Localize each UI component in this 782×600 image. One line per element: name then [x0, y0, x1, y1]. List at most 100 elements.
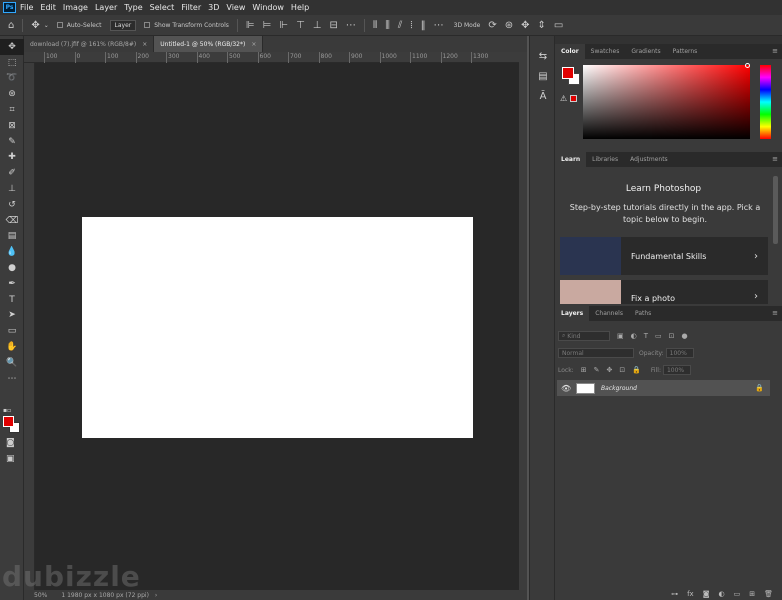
shape-filter-icon[interactable]: ▭ — [655, 332, 662, 340]
menu-edit[interactable]: Edit — [40, 3, 56, 12]
more-tools-icon[interactable]: ⋯ — [0, 371, 24, 387]
transform-checkbox[interactable] — [144, 22, 151, 28]
menu-type[interactable]: Type — [124, 3, 142, 12]
menu-view[interactable]: View — [226, 3, 245, 12]
brush-icon[interactable]: ✐ — [0, 165, 24, 181]
hue-slider[interactable] — [760, 65, 771, 139]
fill-field[interactable]: 100% — [662, 365, 691, 375]
screen-mode-icon[interactable]: ▣ — [6, 454, 15, 464]
canvas-scrollbar[interactable] — [519, 52, 527, 590]
lock-paint-icon[interactable]: ✎ — [594, 366, 600, 374]
smart-object-filter-icon[interactable]: ⊡ — [669, 332, 675, 340]
lock-position-icon[interactable]: ✥ — [606, 366, 612, 374]
lock-artboard-icon[interactable]: ⊡ — [619, 366, 625, 374]
tab-patterns[interactable]: Patterns — [667, 44, 704, 59]
align-top-icon[interactable]: ⊤ — [296, 20, 305, 31]
tab-color[interactable]: Color — [555, 44, 585, 59]
panel-menu-icon[interactable]: ≡ — [772, 47, 778, 55]
new-group-icon[interactable]: ▭ — [734, 590, 741, 598]
filter-toggle-icon[interactable]: ● — [682, 332, 688, 340]
layer-dropdown[interactable]: Layer — [109, 19, 137, 31]
color-picker-marker[interactable] — [745, 63, 750, 68]
type-filter-icon[interactable]: T — [644, 332, 648, 340]
more-options-icon[interactable]: ⋯ — [346, 20, 356, 31]
layer-name[interactable]: Background — [601, 385, 755, 392]
visibility-eye-icon[interactable]: 👁 — [561, 384, 575, 393]
tab-download[interactable]: download (7).jfif @ 161% (RGB/8#) × — [24, 36, 155, 52]
add-mask-icon[interactable]: ◙ — [703, 590, 710, 598]
quick-select-icon[interactable]: ⊛ — [0, 86, 24, 102]
eraser-icon[interactable]: ⌫ — [0, 213, 24, 229]
menu-filter[interactable]: Filter — [181, 3, 201, 12]
marquee-icon[interactable]: ⬚ — [0, 55, 24, 71]
align-left-icon[interactable]: ⊫ — [246, 20, 255, 31]
document-canvas[interactable] — [82, 217, 473, 438]
panel-menu-icon[interactable]: ≡ — [772, 155, 778, 163]
gamut-swatch[interactable] — [570, 95, 577, 102]
distribute-bottom-icon[interactable]: ⫽ — [398, 20, 402, 31]
video-icon[interactable]: ▭ — [554, 20, 563, 31]
delete-layer-icon[interactable]: 🗑 — [764, 590, 773, 598]
opacity-field[interactable]: 100% — [665, 348, 694, 358]
hand-icon[interactable]: ✋ — [0, 339, 24, 355]
path-select-icon[interactable]: ➤ — [0, 308, 24, 324]
learn-card-fundamental-skills[interactable]: Fundamental Skills › — [560, 237, 768, 275]
frame-icon[interactable]: ⊠ — [0, 118, 24, 134]
adjustment-layer-icon[interactable]: ◐ — [719, 590, 725, 598]
layer-style-icon[interactable]: fx — [687, 590, 694, 598]
align-right-icon[interactable]: ⊩ — [279, 20, 288, 31]
move-icon[interactable]: ✥ — [0, 39, 24, 55]
adjustment-filter-icon[interactable]: ◐ — [631, 332, 637, 340]
healing-icon[interactable]: ✚ — [0, 150, 24, 166]
history-icon[interactable]: ▤ — [530, 66, 556, 86]
layer-row[interactable]: 👁 Background 🔒 — [557, 380, 770, 396]
learn-card-fix-a-photo[interactable]: Fix a photo › — [560, 280, 768, 304]
close-icon[interactable]: × — [142, 41, 147, 48]
link-layers-icon[interactable]: ⊶ — [671, 590, 678, 598]
default-colors-icon[interactable]: ▪▫ — [3, 407, 11, 414]
menu-3d[interactable]: 3D — [208, 3, 219, 12]
menu-window[interactable]: Window — [252, 3, 284, 12]
learn-scrollbar[interactable] — [773, 176, 778, 244]
lock-all-icon[interactable]: 🔒 — [632, 366, 641, 374]
foreground-color-swatch[interactable] — [3, 416, 14, 427]
chevron-down-icon[interactable]: ⌄ — [44, 22, 49, 29]
move-tool-icon[interactable]: ✥ — [31, 20, 39, 31]
tab-channels[interactable]: Channels — [589, 306, 629, 321]
lasso-icon[interactable]: ➰ — [0, 71, 24, 87]
distribute-h-icon[interactable]: ⦙ — [410, 20, 412, 31]
menu-file[interactable]: File — [20, 3, 33, 12]
align-middle-icon[interactable]: ⊥ — [313, 20, 322, 31]
pixel-filter-icon[interactable]: ▣ — [617, 332, 624, 340]
slide-3d-icon[interactable]: ⇕ — [538, 20, 546, 31]
tab-learn[interactable]: Learn — [555, 152, 587, 167]
character-icon[interactable]: Ā — [530, 86, 556, 106]
dodge-icon[interactable]: ● — [0, 260, 24, 276]
zoom-icon[interactable]: 🔍 — [0, 355, 24, 371]
panel-menu-icon[interactable]: ≡ — [772, 309, 778, 317]
type-icon[interactable]: T — [0, 292, 24, 308]
blur-icon[interactable]: 💧 — [0, 244, 24, 260]
panel-foreground-swatch[interactable] — [562, 67, 574, 79]
tab-swatches[interactable]: Swatches — [585, 44, 626, 59]
tab-adjustments[interactable]: Adjustments — [624, 152, 674, 167]
pen-icon[interactable]: ✒ — [0, 276, 24, 292]
orbit-icon[interactable]: ⟳ — [488, 20, 496, 31]
history-brush-icon[interactable]: ↺ — [0, 197, 24, 213]
color-picker-field[interactable] — [583, 65, 750, 139]
eyedropper-icon[interactable]: ✎ — [0, 134, 24, 150]
gradient-icon[interactable]: ▤ — [0, 229, 24, 245]
menu-image[interactable]: Image — [63, 3, 88, 12]
tab-paths[interactable]: Paths — [629, 306, 657, 321]
blend-mode-select[interactable]: Normal — [558, 348, 634, 358]
pan-3d-icon[interactable]: ✥ — [521, 20, 529, 31]
auto-select-checkbox[interactable] — [56, 22, 63, 28]
distribute-center-icon[interactable]: ⫼ — [385, 20, 390, 31]
lock-pixels-icon[interactable]: ⊞ — [581, 366, 587, 374]
menu-select[interactable]: Select — [150, 3, 175, 12]
crop-icon[interactable]: ⌗ — [0, 102, 24, 118]
align-center-icon[interactable]: ⊨ — [263, 20, 272, 31]
home-icon[interactable]: ⌂ — [8, 20, 14, 31]
chevron-right-icon[interactable]: › — [155, 592, 157, 599]
lock-icon[interactable]: 🔒 — [755, 384, 764, 392]
